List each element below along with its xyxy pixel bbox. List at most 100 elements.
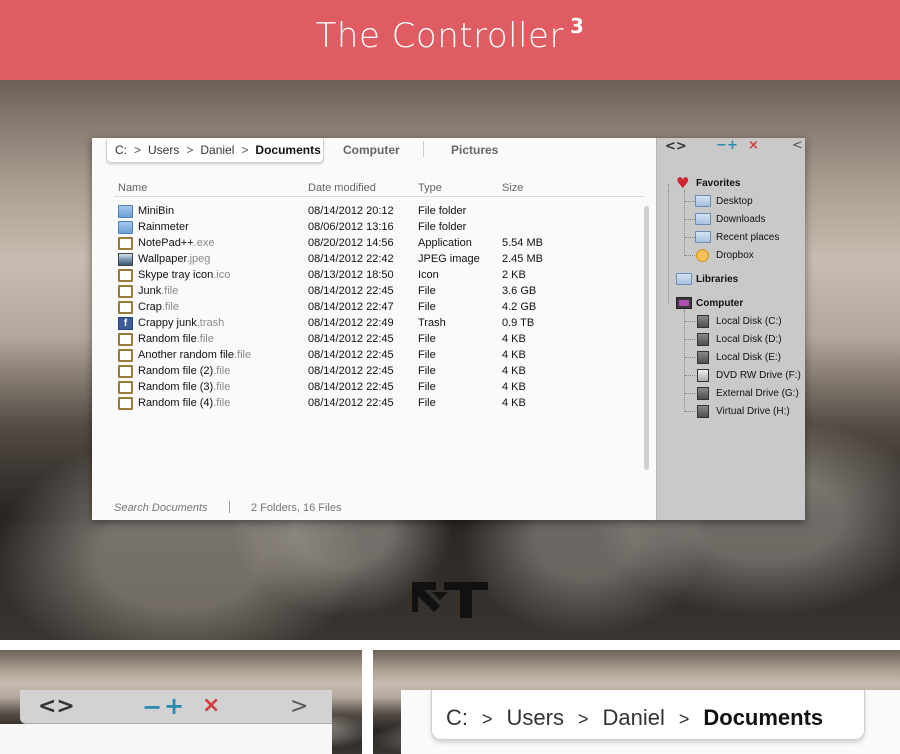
breadcrumb-users[interactable]: Users [148,143,179,157]
tree-computer[interactable]: Computer [696,298,743,309]
tab-pictures[interactable]: Pictures [451,143,498,157]
file-row[interactable]: Random file (2).file 08/14/2012 22:45 File… [118,364,638,380]
file-row[interactable]: Junk.file 08/14/2012 22:45 File 3.6 GB [118,284,638,300]
banner-superscript: 3 [569,14,585,38]
file-row[interactable]: Rainmeter 08/06/2012 13:16 File folder [118,220,638,236]
file-name-base: Wallpaper [138,253,187,265]
tree-line [668,184,669,304]
file-size: 4 KB [502,365,526,377]
file-name: Another random file.file [138,349,251,361]
breadcrumb-drive[interactable]: C: [115,143,127,157]
folder-tree: ♥ Favorites Desktop Downloads Recent pla… [657,138,806,520]
file-row[interactable]: Random file (3).file 08/14/2012 22:45 File… [118,380,638,396]
breadcrumb-separator: > [577,709,589,729]
file-size: 2.45 MB [502,253,543,265]
divider [362,650,373,754]
tree-virtual-drive[interactable]: Virtual Drive (H:) [716,406,790,417]
maximize-icon[interactable]: + [164,692,184,720]
file-list: MiniBin 08/14/2012 20:12 File folder Rainme… [118,204,638,412]
file-icon [118,237,133,250]
folder-icon [118,205,133,218]
scrollbar[interactable] [644,206,649,470]
file-type: File [418,349,436,361]
file-date: 08/14/2012 20:12 [308,205,394,217]
tree-local-disk-c[interactable]: Local Disk (C:) [716,316,782,327]
folder-icon [676,273,692,285]
file-extension: .file [234,349,252,361]
breadcrumb-users[interactable]: Users [507,705,564,730]
file-extension: .jpeg [186,253,211,265]
computer-icon [676,297,692,309]
breadcrumb-documents[interactable]: Documents [703,705,823,730]
file-row[interactable]: Random file (4).file 08/14/2012 22:45 File… [118,396,638,412]
file-row[interactable]: MiniBin 08/14/2012 20:12 File folder [118,204,638,220]
disk-icon [697,333,709,346]
tree-local-disk-e[interactable]: Local Disk (E:) [716,352,781,363]
column-header-name[interactable]: Name [118,182,147,194]
file-row[interactable]: Wallpaper.jpeg 08/14/2012 22:42 JPEG image… [118,252,638,268]
tree-dropbox[interactable]: Dropbox [716,250,754,261]
breadcrumb[interactable]: C: > Users > Daniel > Documents [106,139,324,163]
tree-desktop[interactable]: Desktop [716,196,753,207]
file-name-base: MiniBin [138,205,175,217]
tree-downloads[interactable]: Downloads [716,214,765,225]
breadcrumb-daniel[interactable]: Daniel [602,705,664,730]
file-icon [118,349,133,362]
file-icon [118,333,133,346]
file-type: File [418,333,436,345]
file-name: Rainmeter [138,221,189,233]
tree-favorites[interactable]: Favorites [696,178,740,189]
column-header-type[interactable]: Type [418,182,442,194]
expand-icon[interactable]: > [290,694,308,719]
minimize-icon[interactable]: − [142,693,162,721]
file-row[interactable]: Random file.file 08/14/2012 22:45 File 4 KB [118,332,638,348]
breadcrumb-documents[interactable]: Documents [255,143,320,157]
file-date: 08/14/2012 22:45 [308,381,394,393]
file-name-base: Crap [138,301,162,313]
file-name: Random file.file [138,333,214,345]
file-icon [118,365,133,378]
file-row[interactable]: Skype tray icon.ico 08/13/2012 18:50 Icon 2… [118,268,638,284]
breadcrumb-daniel[interactable]: Daniel [200,143,234,157]
navigation-sidebar: <> − + × < ♥ Favorites Desktop Downloads… [656,138,805,520]
file-type: Trash [418,317,446,329]
file-name-base: Skype tray icon [138,269,214,281]
breadcrumb-separator: > [241,143,249,157]
tree-libraries[interactable]: Libraries [696,274,738,285]
tree-line [685,201,695,202]
column-header-date[interactable]: Date modified [308,182,376,194]
back-forward-icon[interactable]: <> [38,694,75,719]
breadcrumb-separator: > [134,143,142,157]
zoom-breadcrumb[interactable]: C: > Users > Daniel > Documents [431,690,865,740]
file-row[interactable]: f Crappy junk.trash 08/14/2012 22:49 Trash 0… [118,316,638,332]
file-row[interactable]: NotePad++.exe 08/20/2012 14:56 Application… [118,236,638,252]
file-name-base: Junk [138,285,162,297]
file-size: 2 KB [502,269,526,281]
file-date: 08/20/2012 14:56 [308,237,394,249]
breadcrumb-separator: > [678,709,690,729]
tree-local-disk-d[interactable]: Local Disk (D:) [716,334,782,345]
file-name: Crappy junk.trash [138,317,224,329]
banner-title: The Controller 3 [0,14,900,56]
file-size: 4 KB [502,349,526,361]
zoom-breadcrumb-area: C: > Users > Daniel > Documents [401,690,900,754]
dvd-drive-icon [697,369,709,382]
file-row[interactable]: Another random file.file 08/14/2012 22:45… [118,348,638,364]
breadcrumb-drive[interactable]: C: [446,705,468,730]
tree-external-drive[interactable]: External Drive (G:) [716,388,799,399]
file-name: Skype tray icon.ico [138,269,230,281]
file-extension: .exe [193,237,215,249]
search-field[interactable]: Search Documents [114,502,208,514]
banner-title-text: The Controller [315,16,564,56]
tree-recent-places[interactable]: Recent places [716,232,779,243]
tab-computer[interactable]: Computer [343,143,400,157]
file-name: Random file (3).file [138,381,230,393]
file-name: Random file (4).file [138,397,230,409]
file-row[interactable]: Crap.file 08/14/2012 22:47 File 4.2 GB [118,300,638,316]
close-icon[interactable]: × [202,693,220,718]
tree-line [685,321,695,322]
tree-dvd-drive[interactable]: DVD RW Drive (F:) [716,370,801,381]
folder-icon [118,221,133,234]
column-header-size[interactable]: Size [502,182,523,194]
tree-line [685,375,695,376]
